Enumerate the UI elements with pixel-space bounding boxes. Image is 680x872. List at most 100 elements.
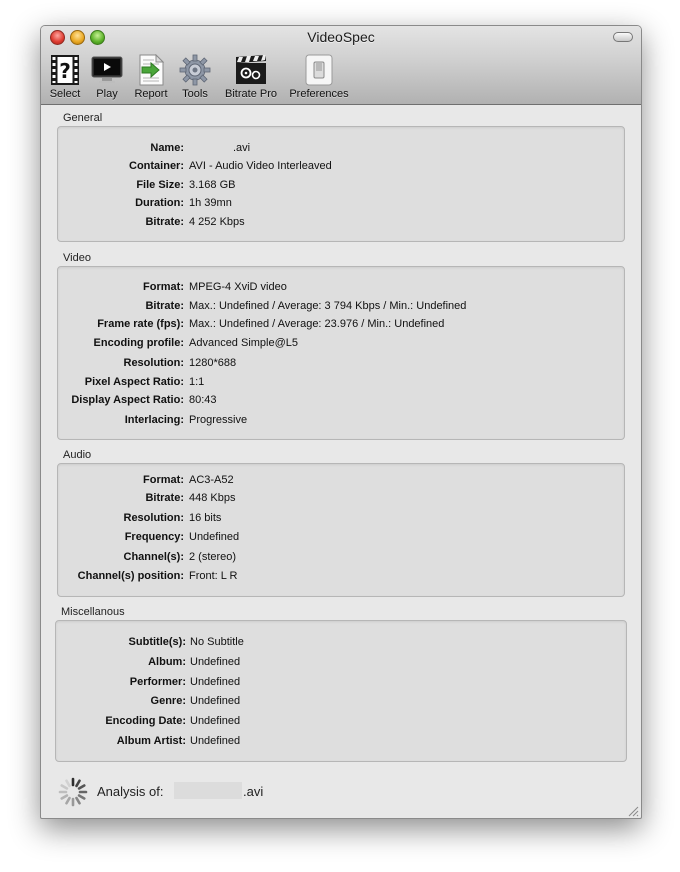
file-size-label: File Size: <box>136 179 184 191</box>
bitrate-pro-button[interactable]: Bitrate Pro <box>220 54 282 100</box>
bitrate-pro-label: Bitrate Pro <box>225 88 277 100</box>
audio-format-value: AC3-A52 <box>189 474 234 486</box>
audio-row-channel-position: Channel(s) position: Front: L R <box>58 570 618 586</box>
redacted-name <box>189 142 233 154</box>
general-row-bitrate: Bitrate: 4 252 Kbps <box>58 216 618 232</box>
analysis-status: Analysis of: .avi <box>57 776 317 807</box>
audio-row-frequency: Frequency: Undefined <box>58 531 618 547</box>
videospec-window: VideoSpec ? Select Play Report Tools Bit… <box>40 25 642 819</box>
general-row-container: Container: AVI - Audio Video Interleaved <box>58 160 618 176</box>
misc-group: Subtitle(s): No Subtitle Album: Undefine… <box>55 620 627 762</box>
redacted-filename <box>174 782 242 799</box>
tools-label: Tools <box>182 88 208 100</box>
video-section-title: Video <box>63 252 91 264</box>
genre-value: Undefined <box>190 695 241 707</box>
channel-position-value: Front: L R <box>189 570 238 582</box>
video-format-label: Format: <box>143 281 184 293</box>
encoding-profile-label: Encoding profile: <box>93 337 184 349</box>
svg-text:?: ? <box>59 59 71 83</box>
video-row-interlacing: Interlacing: Progressive <box>58 414 618 430</box>
gear-icon <box>178 54 212 86</box>
frequency-value: Undefined <box>189 531 240 543</box>
video-resolution-label: Resolution: <box>123 357 185 369</box>
bitrate-value: 4 252 Kbps <box>189 216 245 228</box>
video-resolution-value: 1280*688 <box>189 357 237 369</box>
report-label: Report <box>134 88 168 100</box>
monitor-play-icon <box>90 54 124 86</box>
clapper-gears-icon <box>234 54 268 86</box>
file-size-value: 3.168 GB <box>189 179 236 191</box>
subtitles-label: Subtitle(s): <box>128 636 186 648</box>
select-label: Select <box>49 88 81 100</box>
audio-bitrate-label: Bitrate: <box>145 492 184 504</box>
audio-resolution-label: Resolution: <box>123 512 185 524</box>
audio-row-resolution: Resolution: 16 bits <box>58 512 618 528</box>
name-extension: .avi <box>233 142 251 154</box>
display-aspect-value: 80:43 <box>189 394 217 406</box>
filmstrip-question-icon: ? <box>48 54 82 86</box>
misc-row-album-artist: Album Artist: Undefined <box>56 735 620 751</box>
video-row-encoding-profile: Encoding profile: Advanced Simple@L5 <box>58 337 618 353</box>
general-row-name: Name: .avi <box>58 142 618 158</box>
preferences-button[interactable]: Preferences <box>286 54 352 100</box>
audio-section-title: Audio <box>63 449 92 461</box>
resize-grip-icon[interactable] <box>627 804 639 817</box>
play-label: Play <box>96 88 118 100</box>
select-button[interactable]: ? Select <box>47 54 83 100</box>
video-row-format: Format: MPEG-4 XviD video <box>58 281 618 297</box>
general-section-title: General <box>63 112 103 124</box>
analysis-file-extension: .avi <box>243 784 264 799</box>
audio-group: Format: AC3-A52 Bitrate: 448 Kbps Resolu… <box>57 463 625 597</box>
video-format-value: MPEG-4 XviD video <box>189 281 287 293</box>
general-row-duration: Duration: 1h 39mn <box>58 197 618 213</box>
general-row-file-size: File Size: 3.168 GB <box>58 179 618 195</box>
misc-row-genre: Genre: Undefined <box>56 695 620 711</box>
misc-section-title: Miscellanous <box>61 606 125 618</box>
frequency-label: Frequency: <box>124 531 184 543</box>
tools-button[interactable]: Tools <box>177 54 213 100</box>
video-row-bitrate: Bitrate: Max.: Undefined / Average: 3 79… <box>58 300 618 316</box>
play-button[interactable]: Play <box>89 54 125 100</box>
channels-value: 2 (stereo) <box>189 551 237 563</box>
genre-label: Genre: <box>150 695 186 707</box>
container-label: Container: <box>129 160 184 172</box>
album-artist-label: Album Artist: <box>116 735 186 747</box>
pixel-aspect-value: 1:1 <box>189 376 205 388</box>
misc-row-performer: Performer: Undefined <box>56 676 620 692</box>
frame-rate-label: Frame rate (fps): <box>97 318 184 330</box>
video-bitrate-value: Max.: Undefined / Average: 3 794 Kbps / … <box>189 300 467 312</box>
document-arrow-icon <box>134 54 168 86</box>
video-row-resolution: Resolution: 1280*688 <box>58 357 618 373</box>
toolbar-toggle-button[interactable] <box>613 32 633 42</box>
analysis-label: Analysis of: <box>97 784 164 799</box>
video-row-frame-rate: Frame rate (fps): Max.: Undefined / Aver… <box>58 318 618 334</box>
report-button[interactable]: Report <box>132 54 170 100</box>
bitrate-label: Bitrate: <box>145 216 184 228</box>
container-value: AVI - Audio Video Interleaved <box>189 160 332 172</box>
misc-row-album: Album: Undefined <box>56 656 620 672</box>
switch-icon <box>302 54 336 86</box>
channels-label: Channel(s): <box>123 551 185 563</box>
duration-value: 1h 39mn <box>189 197 232 209</box>
name-value: .avi <box>189 142 250 154</box>
interlacing-value: Progressive <box>189 414 248 426</box>
audio-bitrate-value: 448 Kbps <box>189 492 236 504</box>
frame-rate-value: Max.: Undefined / Average: 23.976 / Min.… <box>189 318 445 330</box>
encoding-profile-value: Advanced Simple@L5 <box>189 337 299 349</box>
subtitles-value: No Subtitle <box>190 636 244 648</box>
video-row-pixel-aspect: Pixel Aspect Ratio: 1:1 <box>58 376 618 392</box>
video-group: Format: MPEG-4 XviD video Bitrate: Max.:… <box>57 266 625 440</box>
album-label: Album: <box>148 656 186 668</box>
name-label: Name: <box>150 142 184 154</box>
pixel-aspect-label: Pixel Aspect Ratio: <box>84 376 184 388</box>
audio-format-label: Format: <box>143 474 184 486</box>
display-aspect-label: Display Aspect Ratio: <box>71 394 184 406</box>
audio-row-channels: Channel(s): 2 (stereo) <box>58 551 618 567</box>
preferences-label: Preferences <box>289 88 349 100</box>
audio-row-bitrate: Bitrate: 448 Kbps <box>58 492 618 508</box>
window-title: VideoSpec <box>307 29 375 45</box>
encoding-date-label: Encoding Date: <box>105 715 186 727</box>
video-row-display-aspect: Display Aspect Ratio: 80:43 <box>58 394 618 410</box>
performer-label: Performer: <box>129 676 186 688</box>
duration-label: Duration: <box>135 197 184 209</box>
